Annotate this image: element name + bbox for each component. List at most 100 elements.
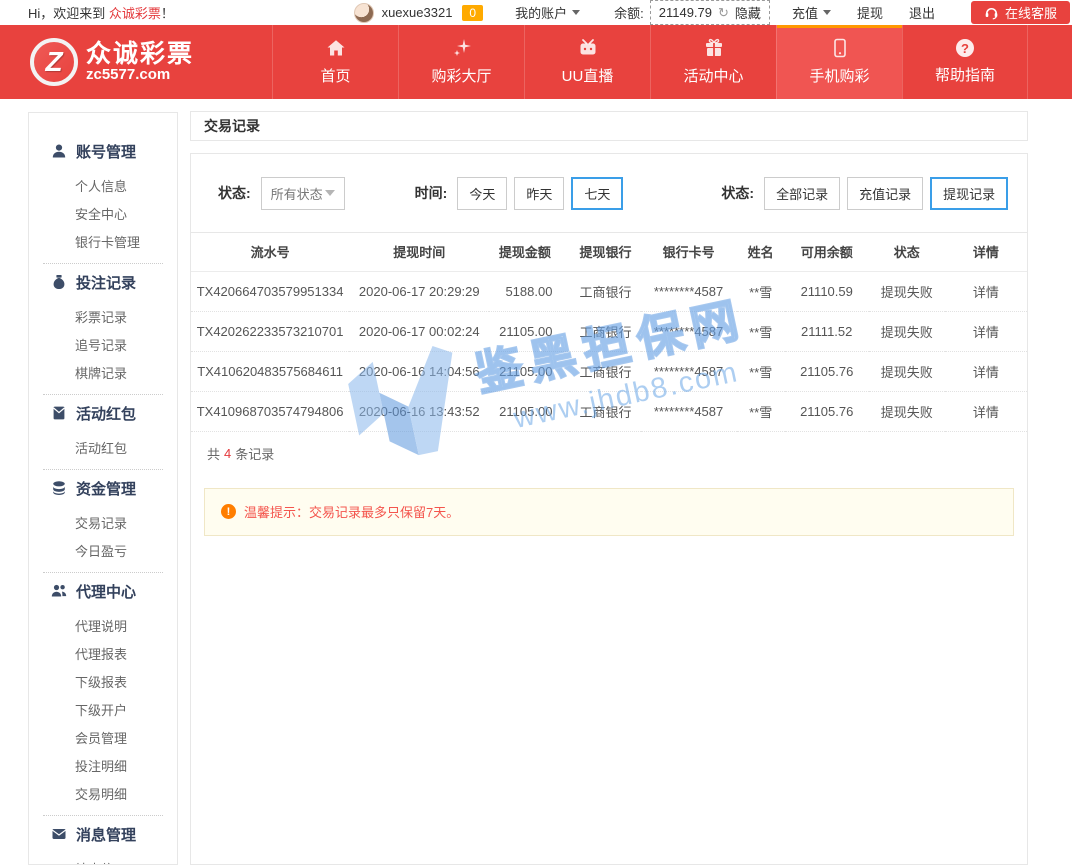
detail-link[interactable]: 详情	[945, 351, 1027, 391]
avatar[interactable]	[354, 3, 374, 23]
gift-icon	[704, 38, 724, 58]
sidebar-item-银行卡管理[interactable]: 银行卡管理	[29, 227, 177, 255]
sidebar-item-站内信[interactable]: 站内信	[29, 854, 177, 865]
sidebar-item-安全中心[interactable]: 安全中心	[29, 199, 177, 227]
withdraw-time: 2020-06-16 14:04:56	[349, 351, 489, 391]
detail-link[interactable]: 详情	[945, 271, 1027, 311]
sidebar-item-投注明细[interactable]: 投注明细	[29, 751, 177, 779]
logo-icon: Z	[30, 38, 78, 86]
transaction-id[interactable]: TX410620483575684611	[191, 351, 349, 391]
sidebar-item-交易记录[interactable]: 交易记录	[29, 508, 177, 536]
detail-link[interactable]: 详情	[945, 311, 1027, 351]
nav-item-label: 帮助指南	[935, 64, 995, 85]
nav-item-label: 购彩大厅	[431, 65, 491, 86]
sidebar: 账号管理个人信息安全中心银行卡管理投注记录彩票记录追号记录棋牌记录活动红包活动红…	[28, 112, 178, 865]
transaction-id[interactable]: TX420664703579951334	[191, 271, 349, 311]
sidebar-item-彩票记录[interactable]: 彩票记录	[29, 302, 177, 330]
sidebar-section-资金管理[interactable]: 资金管理	[29, 476, 177, 500]
summary-count: 4	[224, 446, 231, 461]
nav-item-label: 手机购彩	[809, 65, 869, 86]
transaction-id[interactable]: TX410968703574794806	[191, 391, 349, 431]
nav-item-首页[interactable]: 首页	[272, 25, 398, 99]
status: 提现失败	[869, 351, 945, 391]
time-filter-七天[interactable]: 七天	[571, 177, 623, 210]
topbar-right: xuexue3321 0 我的账户 余额: 21149.79 ↻ 隐藏 充值 提…	[354, 0, 1070, 25]
logout-link[interactable]: 退出	[909, 3, 935, 22]
status: 提现失败	[869, 311, 945, 351]
holder-name: **雪	[737, 311, 785, 351]
sidebar-item-活动红包[interactable]: 活动红包	[29, 433, 177, 461]
logo-domain: zc5577.com	[86, 67, 194, 83]
status-dropdown[interactable]: 所有状态	[261, 177, 345, 210]
nav-item-UU直播[interactable]: UU直播	[524, 25, 650, 99]
holder-name: **雪	[737, 391, 785, 431]
nav-items: 首页购彩大厅 UU直播活动中心手机购彩 ?帮助指南	[272, 25, 1072, 99]
sidebar-section-title: 投注记录	[76, 272, 136, 293]
record-count-summary: 共 4 条记录	[191, 432, 1027, 476]
mobile-icon	[830, 38, 850, 58]
topbar: Hi，欢迎来到 众诚彩票！ xuexue3321 0 我的账户 余额: 2114…	[0, 0, 1072, 25]
username[interactable]: xuexue3321	[382, 5, 453, 20]
sidebar-section-消息管理[interactable]: 消息管理	[29, 822, 177, 846]
recharge-menu[interactable]: 充值	[792, 3, 831, 22]
chevron-down-icon	[325, 190, 335, 196]
sidebar-item-下级报表[interactable]: 下级报表	[29, 667, 177, 695]
sidebar-item-代理说明[interactable]: 代理说明	[29, 611, 177, 639]
sidebar-item-交易明细[interactable]: 交易明细	[29, 779, 177, 807]
greeting: Hi，欢迎来到 众诚彩票！	[28, 3, 174, 22]
sidebar-item-个人信息[interactable]: 个人信息	[29, 171, 177, 199]
detail-link[interactable]: 详情	[945, 391, 1027, 431]
status: 提现失败	[869, 271, 945, 311]
users-icon	[51, 583, 67, 599]
refresh-icon[interactable]: ↻	[718, 5, 729, 21]
column-header-详情: 详情	[945, 233, 1027, 271]
type-filter-充值记录[interactable]: 充值记录	[847, 177, 923, 210]
hide-balance-button[interactable]: 隐藏	[735, 3, 761, 22]
records-panel: 状态: 所有状态 时间: 今天昨天七天 状态: 全部记录充值记录提现记录 流水号…	[190, 153, 1028, 865]
sidebar-item-追号记录[interactable]: 追号记录	[29, 330, 177, 358]
chevron-down-icon	[572, 10, 580, 15]
online-service-button[interactable]: 在线客服	[971, 1, 1070, 24]
time-filter-buttons: 今天昨天七天	[457, 177, 630, 210]
sidebar-item-棋牌记录[interactable]: 棋牌记录	[29, 358, 177, 386]
sidebar-section-投注记录[interactable]: 投注记录	[29, 270, 177, 294]
sidebar-divider	[43, 469, 163, 470]
mail-icon	[51, 826, 67, 842]
withdraw-link[interactable]: 提现	[857, 3, 883, 22]
column-header-提现银行: 提现银行	[570, 233, 640, 271]
type-filter-buttons: 全部记录充值记录提现记录	[764, 177, 1015, 210]
time-filter-今天[interactable]: 今天	[457, 177, 507, 210]
sidebar-item-今日盈亏[interactable]: 今日盈亏	[29, 536, 177, 564]
sidebar-section-账号管理[interactable]: 账号管理	[29, 139, 177, 163]
sidebar-section-title: 活动红包	[76, 403, 136, 424]
chevron-down-icon	[823, 10, 831, 15]
transaction-id[interactable]: TX420262233573210701	[191, 311, 349, 351]
main-nav: Z 众诚彩票 zc5577.com 首页购彩大厅 UU直播活动中心手机购彩 ?帮助指…	[0, 25, 1072, 99]
balance-label: 余额:	[614, 3, 644, 22]
red-envelope-icon	[51, 405, 67, 421]
column-header-提现金额: 提现金额	[489, 233, 570, 271]
type-filter-全部记录[interactable]: 全部记录	[764, 177, 840, 210]
user-icon	[51, 143, 67, 159]
sidebar-section-活动红包[interactable]: 活动红包	[29, 401, 177, 425]
time-filter-label: 时间:	[415, 183, 448, 203]
nav-item-购彩大厅[interactable]: 购彩大厅	[398, 25, 524, 99]
sidebar-item-会员管理[interactable]: 会员管理	[29, 723, 177, 751]
nav-item-手机购彩[interactable]: 手机购彩	[776, 25, 902, 99]
sidebar-item-代理报表[interactable]: 代理报表	[29, 639, 177, 667]
message-count-badge[interactable]: 0	[462, 5, 483, 21]
bank-card-number: ********4587	[641, 351, 737, 391]
type-filter-提现记录[interactable]: 提现记录	[930, 177, 1008, 210]
summary-prefix: 共	[207, 444, 220, 463]
logo[interactable]: Z 众诚彩票 zc5577.com	[0, 25, 272, 99]
nav-item-活动中心[interactable]: 活动中心	[650, 25, 776, 99]
warning-icon: !	[221, 504, 236, 519]
nav-item-帮助指南[interactable]: ?帮助指南	[902, 25, 1028, 99]
sidebar-section-代理中心[interactable]: 代理中心	[29, 579, 177, 603]
time-filter-昨天[interactable]: 昨天	[514, 177, 564, 210]
column-header-姓名: 姓名	[737, 233, 785, 271]
site-name-link[interactable]: 众诚彩票	[109, 6, 161, 21]
my-account-menu[interactable]: 我的账户	[515, 3, 580, 22]
table-row: TX4202622335732107012020-06-17 00:02:242…	[191, 311, 1027, 351]
sidebar-item-下级开户[interactable]: 下级开户	[29, 695, 177, 723]
